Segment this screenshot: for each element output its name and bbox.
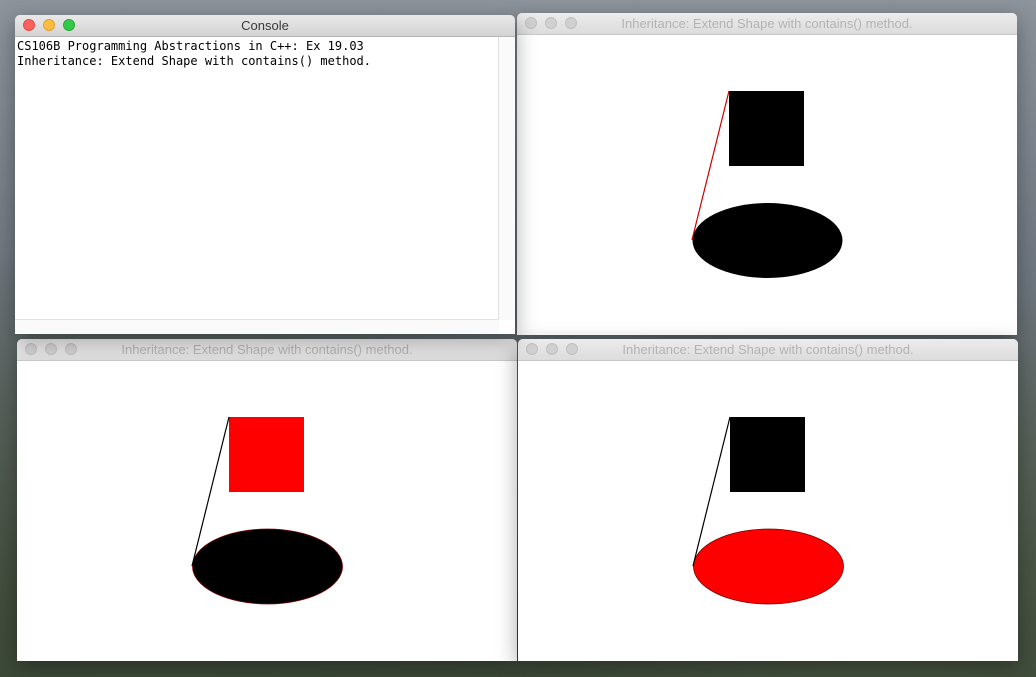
console-line: Inheritance: Extend Shape with contains(… [17, 54, 372, 68]
zoom-button[interactable] [65, 343, 77, 355]
square-shape[interactable] [729, 91, 804, 166]
console-text-area[interactable]: CS106B Programming Abstractions in C++: … [15, 37, 515, 334]
window-titlebar[interactable]: Inheritance: Extend Shape with contains(… [517, 13, 1017, 35]
minimize-button[interactable] [43, 19, 55, 31]
window-titlebar[interactable]: Inheritance: Extend Shape with contains(… [17, 339, 517, 361]
graphics-window-top-right: Inheritance: Extend Shape with contains(… [517, 13, 1017, 335]
close-button[interactable] [525, 17, 537, 29]
graphics-window-bottom-right: Inheritance: Extend Shape with contains(… [518, 339, 1018, 661]
graphics-canvas[interactable] [518, 361, 1018, 661]
desktop: Inheritance: Extend Shape with contains(… [0, 0, 1036, 677]
window-title: Inheritance: Extend Shape with contains(… [121, 342, 413, 357]
graphics-canvas[interactable] [17, 361, 517, 661]
minimize-button[interactable] [545, 17, 557, 29]
horizontal-scrollbar[interactable] [15, 319, 499, 334]
square-shape[interactable] [229, 417, 304, 492]
close-button[interactable] [25, 343, 37, 355]
zoom-button[interactable] [63, 19, 75, 31]
minimize-button[interactable] [45, 343, 57, 355]
close-button[interactable] [23, 19, 35, 31]
window-title: Console [241, 18, 289, 33]
console-output[interactable]: CS106B Programming Abstractions in C++: … [17, 39, 497, 69]
zoom-button[interactable] [565, 17, 577, 29]
square-shape[interactable] [730, 417, 805, 492]
oval-shape[interactable] [692, 203, 843, 278]
window-titlebar[interactable]: Inheritance: Extend Shape with contains(… [518, 339, 1018, 361]
window-title: Inheritance: Extend Shape with contains(… [622, 342, 914, 357]
oval-shape[interactable] [192, 528, 343, 605]
graphics-canvas[interactable] [517, 35, 1017, 335]
close-button[interactable] [526, 343, 538, 355]
oval-shape[interactable] [693, 528, 844, 605]
minimize-button[interactable] [546, 343, 558, 355]
graphics-window-bottom-left: Inheritance: Extend Shape with contains(… [17, 339, 517, 661]
console-window: Console CS106B Programming Abstractions … [15, 15, 515, 334]
zoom-button[interactable] [566, 343, 578, 355]
window-title: Inheritance: Extend Shape with contains(… [621, 16, 913, 31]
vertical-scrollbar[interactable] [498, 37, 515, 320]
console-line: CS106B Programming Abstractions in C++: … [17, 39, 364, 53]
window-titlebar[interactable]: Console [15, 15, 515, 37]
